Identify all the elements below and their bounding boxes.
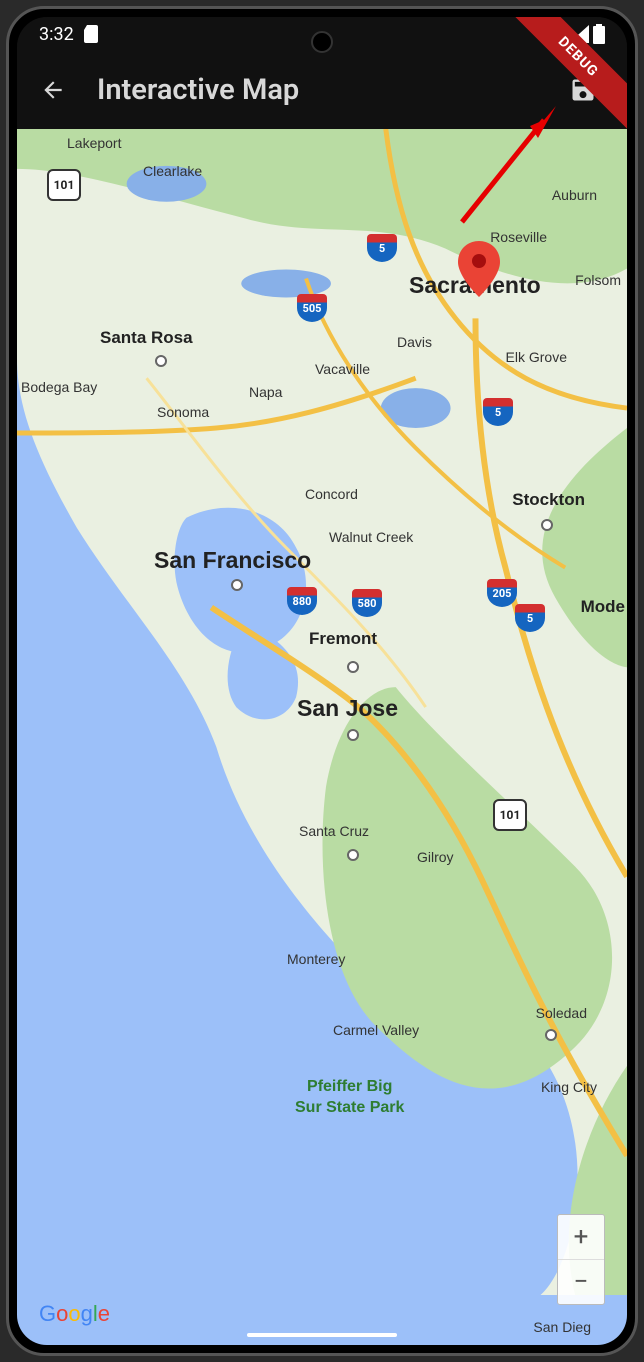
signal-icon [569, 25, 589, 43]
city-dot [347, 849, 359, 861]
sdcard-icon [84, 25, 100, 43]
city-walnutcreek: Walnut Creek [329, 529, 413, 545]
city-dot [545, 1029, 557, 1041]
city-elkgrove: Elk Grove [506, 349, 567, 365]
wifi-icon [543, 25, 565, 43]
gesture-handle[interactable] [247, 1333, 397, 1337]
shield-i580: 580 [352, 589, 382, 617]
city-dot [231, 579, 243, 591]
annotation-arrow [452, 102, 572, 232]
city-sanfrancisco: San Francisco [154, 547, 311, 574]
city-sanjose: San Jose [297, 695, 398, 722]
save-icon [569, 76, 597, 104]
shield-i5: 5 [367, 234, 397, 262]
google-o2: o [68, 1301, 80, 1326]
city-santarosa: Santa Rosa [100, 328, 193, 348]
city-dot [541, 519, 553, 531]
shield-i5: 5 [515, 604, 545, 632]
zoom-in-button[interactable]: + [558, 1215, 604, 1260]
city-concord: Concord [305, 486, 358, 502]
city-bodegabay: Bodega Bay [21, 379, 97, 395]
city-monterey: Monterey [287, 951, 345, 967]
arrow-back-icon [40, 77, 66, 103]
city-santacruz: Santa Cruz [299, 823, 369, 839]
city-dot [155, 355, 167, 367]
shield-i205: 205 [487, 579, 517, 607]
google-e: e [98, 1301, 110, 1326]
zoom-out-button[interactable]: − [558, 1260, 604, 1304]
battery-icon [593, 24, 605, 44]
city-folsom: Folsom [575, 272, 621, 288]
city-napa: Napa [249, 384, 282, 400]
shield-us101: 101 [47, 169, 81, 201]
city-stockton: Stockton [512, 490, 585, 510]
city-kingcity: King City [541, 1079, 597, 1095]
park-pfeiffer: Pfeiffer BigSur State Park [295, 1077, 404, 1119]
city-fremont: Fremont [309, 629, 377, 649]
device-frame: DEBUG 3:32 Int [0, 0, 644, 1362]
camera-hole [311, 31, 333, 53]
city-davis: Davis [397, 334, 432, 350]
google-o1: o [56, 1301, 68, 1326]
google-logo: Google [39, 1301, 110, 1327]
city-modesto: Mode [581, 597, 625, 617]
screen: DEBUG 3:32 Int [17, 17, 627, 1345]
google-g2: g [81, 1301, 93, 1326]
device-body: DEBUG 3:32 Int [6, 6, 638, 1356]
city-bottom: San Dieg [533, 1319, 591, 1335]
shield-i5: 5 [483, 398, 513, 426]
google-g: G [39, 1301, 56, 1326]
city-dot [347, 729, 359, 741]
back-button[interactable] [29, 66, 77, 114]
map[interactable]: Lakeport Clearlake Auburn Roseville Sacr… [17, 129, 627, 1345]
status-time: 3:32 [39, 24, 74, 45]
city-soledad: Soledad [536, 1005, 587, 1021]
city-carmelvalley: Carmel Valley [333, 1022, 419, 1038]
city-lakeport: Lakeport [67, 135, 121, 151]
city-clearlake: Clearlake [143, 163, 202, 179]
zoom-controls: + − [557, 1214, 605, 1305]
map-marker-icon[interactable] [457, 241, 501, 297]
city-gilroy: Gilroy [417, 849, 454, 865]
shield-i505: 505 [297, 294, 327, 322]
shield-us101: 101 [493, 799, 527, 831]
city-vacaville: Vacaville [315, 361, 370, 377]
city-dot [347, 661, 359, 673]
shield-i880: 880 [287, 587, 317, 615]
city-sonoma: Sonoma [157, 404, 209, 420]
